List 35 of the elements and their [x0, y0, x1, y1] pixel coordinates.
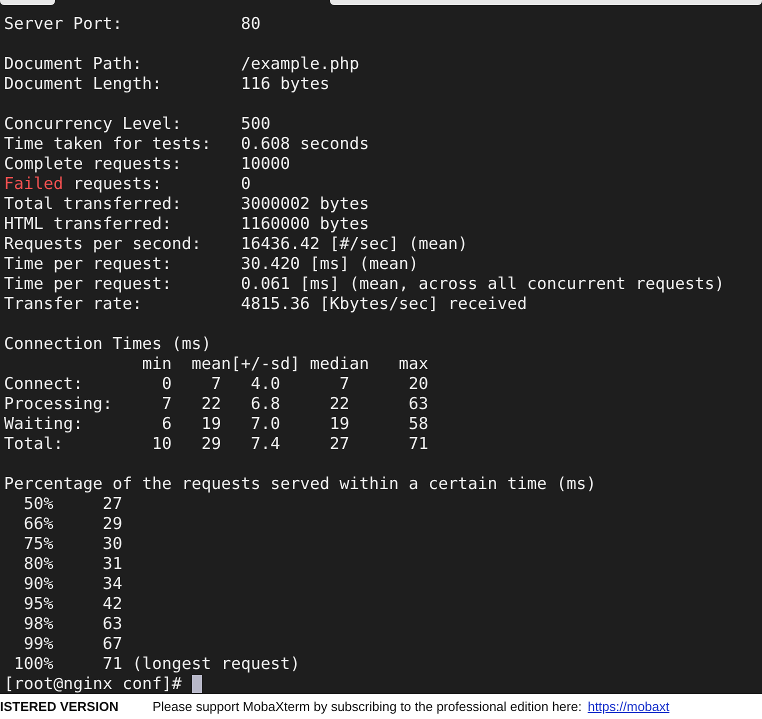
terminal-line: Concurrency Level: 500	[4, 114, 270, 134]
terminal-line: HTML transferred: 1160000 bytes	[4, 214, 370, 234]
terminal-line: Time per request: 30.420 [ms] (mean)	[4, 254, 418, 274]
terminal-line: 95% 42	[22, 594, 122, 614]
edition-label: ISTERED VERSION	[0, 699, 118, 714]
terminal-line: Processing: 7 22 6.8 22 63	[4, 394, 428, 414]
terminal-line: Document Path: /example.php	[4, 54, 360, 74]
terminal-line: Time per request: 0.061 [ms] (mean, across all concurrent requests)	[4, 274, 724, 294]
terminal-line: 50% 27	[22, 494, 122, 514]
tab[interactable]	[0, 0, 55, 5]
terminal-cursor	[192, 675, 202, 693]
terminal-line: 90% 34	[22, 574, 122, 594]
shell-prompt: [root@nginx conf]#	[4, 674, 182, 694]
terminal-line: Total: 10 29 7.4 27 71	[4, 434, 428, 454]
terminal-line: Requests per second: 16436.42 [#/sec] (mean)	[4, 234, 468, 254]
terminal-line: 75% 30	[22, 534, 122, 554]
terminal-line: 99% 67	[22, 634, 122, 654]
terminal-line: Transfer rate: 4815.36 [Kbytes/sec] received	[4, 294, 528, 314]
terminal-line: 80% 31	[22, 554, 122, 574]
terminal-line: 98% 63	[22, 614, 122, 634]
support-message: Please support MobaXterm by subscribing to the professional edition here:	[152, 699, 582, 714]
terminal-line: Connection Times (ms)	[4, 334, 212, 354]
terminal-line: Total transferred: 3000002 bytes	[4, 194, 370, 214]
terminal-line: 66% 29	[22, 514, 122, 534]
support-link[interactable]: https://mobaxt	[588, 699, 670, 714]
terminal-line: Time taken for tests: 0.608 seconds	[4, 134, 370, 154]
terminal-line: Server Port: 80	[4, 14, 261, 34]
terminal-line: min mean[+/-sd] median max	[141, 354, 428, 374]
terminal-line: Document Length: 116 bytes	[4, 74, 330, 94]
terminal-line: Percentage of the requests served within a certain time (ms)	[4, 474, 596, 494]
terminal-line: Connect: 0 7 4.0 7 20	[4, 374, 428, 394]
terminal-line: 100% 71 (longest request)	[12, 654, 300, 674]
terminal-line: Waiting: 6 19 7.0 19 58	[4, 414, 428, 434]
terminal-line: Failed requests: 0	[4, 174, 251, 194]
terminal-line: Complete requests: 10000	[4, 154, 290, 174]
